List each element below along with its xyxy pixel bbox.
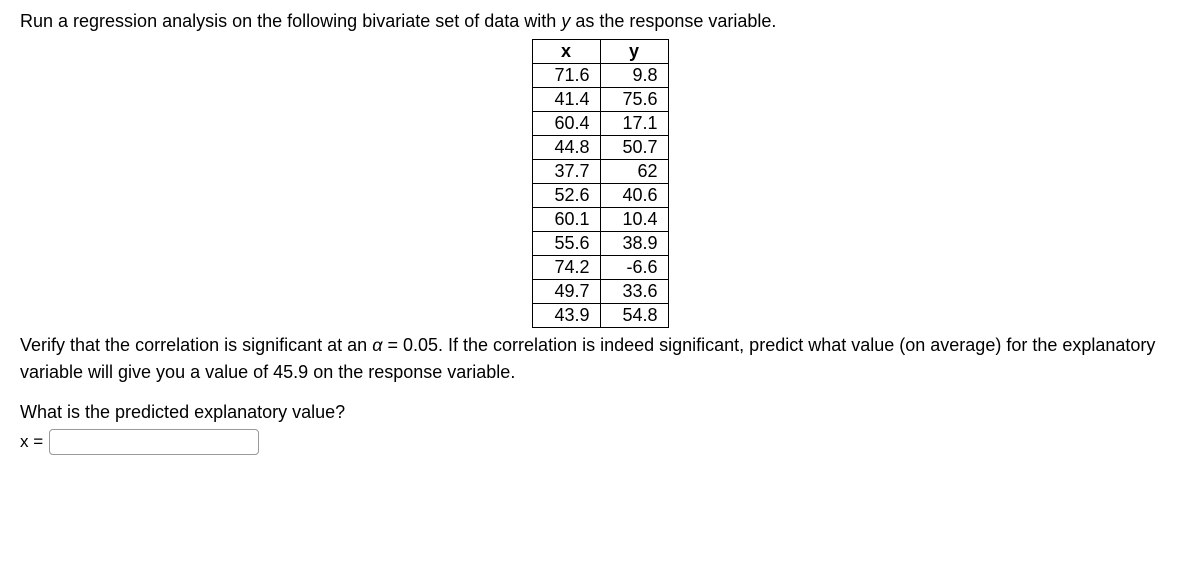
cell-x: 60.1 [532,208,600,232]
cell-y: 40.6 [600,184,668,208]
cell-x: 41.4 [532,88,600,112]
table-row: 41.475.6 [532,88,668,112]
cell-x: 60.4 [532,112,600,136]
cell-y: 33.6 [600,280,668,304]
cell-x: 43.9 [532,304,600,328]
intro-text-1: Run a regression analysis on the followi… [20,11,561,31]
cell-y: 54.8 [600,304,668,328]
followup-instructions: Verify that the correlation is significa… [20,332,1180,386]
table-row: 71.69.8 [532,64,668,88]
cell-x: 55.6 [532,232,600,256]
table-row: 60.417.1 [532,112,668,136]
table-row: 37.762 [532,160,668,184]
cell-x: 44.8 [532,136,600,160]
cell-y: -6.6 [600,256,668,280]
alpha-symbol: α [372,335,382,355]
followup-alpha-val: 0.05 [403,335,438,355]
table-row: 52.640.6 [532,184,668,208]
cell-y: 17.1 [600,112,668,136]
followup-text-3: on the response variable. [308,362,515,382]
cell-y: 50.7 [600,136,668,160]
cell-x: 49.7 [532,280,600,304]
cell-y: 10.4 [600,208,668,232]
table-row: 74.2-6.6 [532,256,668,280]
col-header-x: x [532,40,600,64]
answer-row: x = [20,429,1180,455]
cell-y: 38.9 [600,232,668,256]
table-row: 55.638.9 [532,232,668,256]
cell-x: 37.7 [532,160,600,184]
cell-x: 74.2 [532,256,600,280]
cell-y: 75.6 [600,88,668,112]
cell-x: 71.6 [532,64,600,88]
table-row: 49.733.6 [532,280,668,304]
table-header-row: x y [532,40,668,64]
cell-y: 62 [600,160,668,184]
followup-eq: = [382,335,403,355]
table-row: 44.850.7 [532,136,668,160]
table-row: 60.110.4 [532,208,668,232]
col-header-y: y [600,40,668,64]
intro-text-2: as the response variable. [570,11,776,31]
table-row: 43.954.8 [532,304,668,328]
answer-label: x = [20,432,43,452]
question-prompt: What is the predicted explanatory value? [20,402,1180,423]
intro-var-y: y [561,11,570,31]
followup-text-1: Verify that the correlation is significa… [20,335,372,355]
cell-y: 9.8 [600,64,668,88]
answer-input[interactable] [49,429,259,455]
data-table: x y 71.69.8 41.475.6 60.417.1 44.850.7 3… [532,39,669,328]
cell-x: 52.6 [532,184,600,208]
followup-target-val: 45.9 [273,362,308,382]
question-intro: Run a regression analysis on the followi… [20,8,1180,35]
